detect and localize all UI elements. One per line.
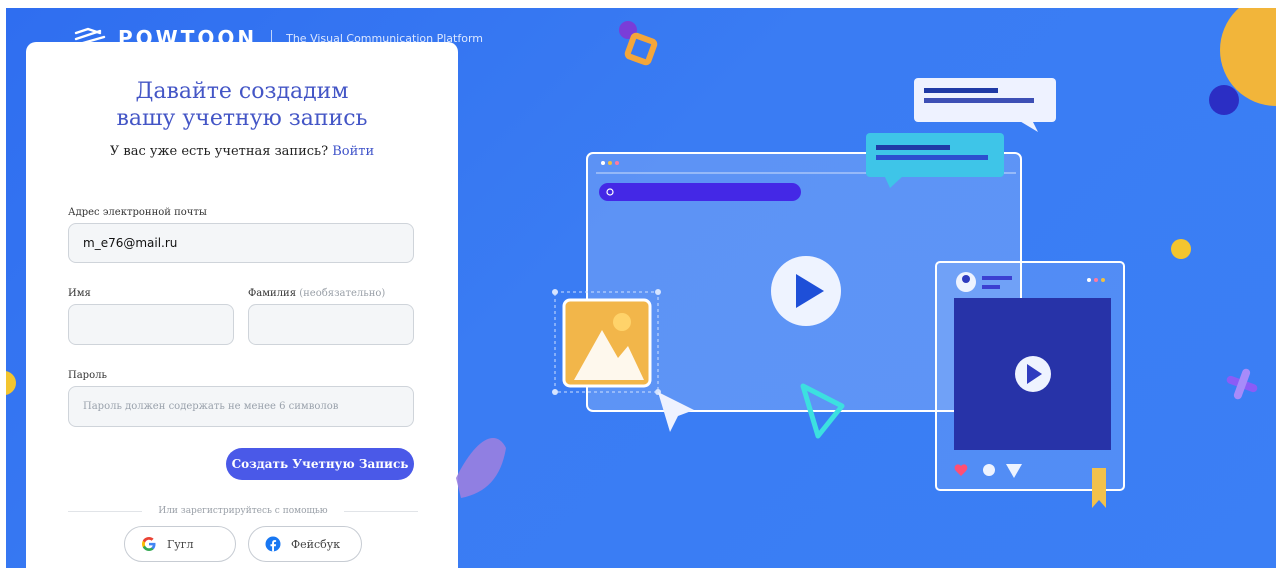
blue-sphere xyxy=(1209,85,1239,115)
edge-yellow-sphere xyxy=(6,371,16,395)
small-yellow-sphere xyxy=(1171,239,1191,259)
search-bar xyxy=(599,183,801,201)
hero-illustration xyxy=(6,8,1276,508)
orange-frame-shape xyxy=(624,32,658,66)
bookmark-icon xyxy=(1092,468,1106,508)
x-shape xyxy=(1226,368,1258,400)
purple-ribbon xyxy=(456,438,506,498)
page-background: POWTOON The Visual Communication Platfor… xyxy=(6,8,1276,568)
